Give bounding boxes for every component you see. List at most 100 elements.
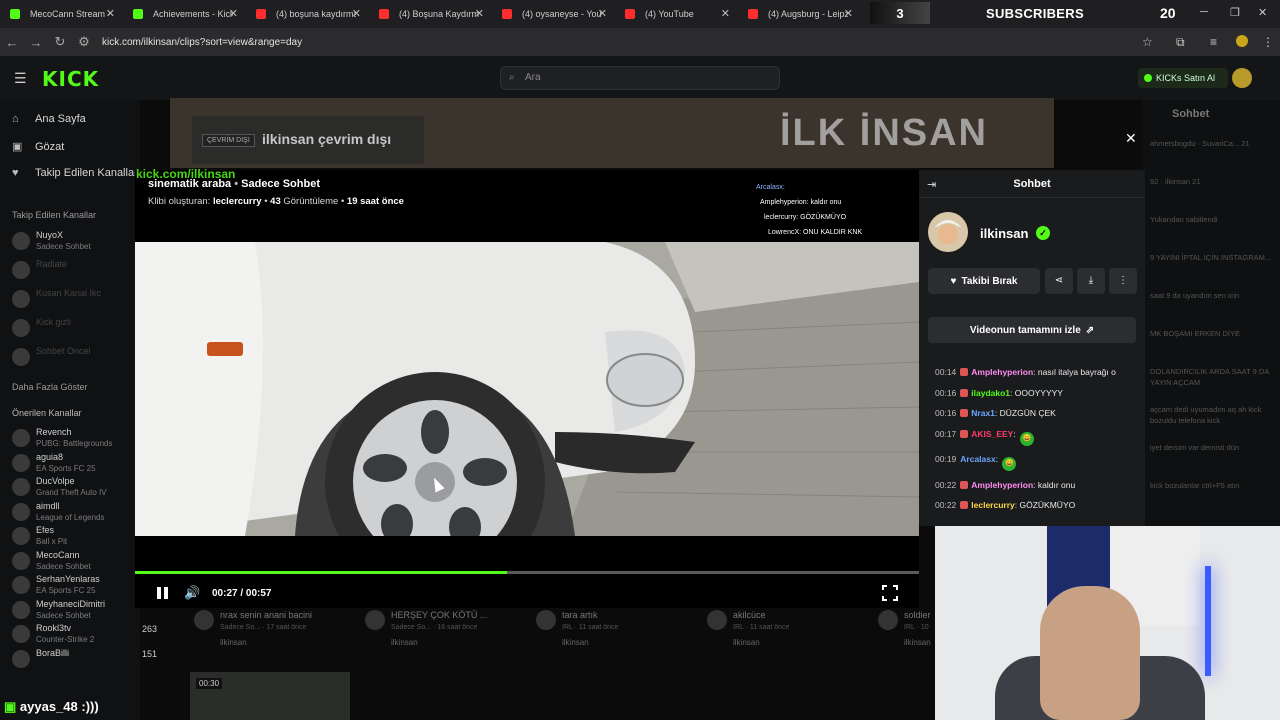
- clip-card-user: ilkinsan: [220, 638, 247, 647]
- clip-title-text: sinematik araba: [148, 178, 232, 190]
- browser-tab[interactable]: (4) Boşuna Kaydırma ✕: [369, 0, 492, 28]
- bg-chat-message: 92 · ilkinsan 21: [1150, 177, 1201, 186]
- recommended-channel[interactable]: MeyhaneciDimitriSadece Sohbet284: [12, 598, 157, 625]
- followed-channel[interactable]: Kick gizli: [12, 317, 140, 343]
- watch-full-video-button[interactable]: Videonun tamamını izle ⇗: [928, 317, 1136, 343]
- recommended-channel[interactable]: SerhanYenlaras EA Sports FC 25: [12, 574, 140, 600]
- overlay-chat-line: leclercurry: GÖZÜKMÜYO: [764, 214, 847, 221]
- browser-tab[interactable]: Achievements - Kick ✕: [123, 0, 246, 28]
- back-icon[interactable]: ←: [0, 35, 24, 50]
- chat-username[interactable]: Nrax1: [971, 408, 995, 418]
- minimize-icon[interactable]: ─: [1200, 6, 1208, 18]
- chat-username[interactable]: leclercurry: [971, 500, 1014, 510]
- volume-icon[interactable]: 🔊: [184, 585, 200, 601]
- led-light: [1205, 566, 1211, 676]
- followed-heading: Takip Edilen Kanallar: [12, 210, 97, 220]
- channel-name: aimdll: [36, 500, 60, 511]
- url-field[interactable]: kick.com/ilkinsan/clips?sort=view&range=…: [102, 37, 302, 48]
- clip-card[interactable]: akilcüce IRL · 11 saat önce ilkinsan: [703, 606, 863, 650]
- clip-card[interactable]: nrax senin anani bacini Sadece So... · 17…: [190, 606, 350, 650]
- buy-kicks-button[interactable]: KICKs Satın Al: [1138, 68, 1228, 88]
- recommended-channel[interactable]: BoraBilli 151: [12, 648, 157, 674]
- search-placeholder: Ara: [525, 72, 541, 83]
- user-badge-icon: [960, 480, 969, 489]
- tab-close-icon[interactable]: ✕: [598, 7, 607, 20]
- reload-icon[interactable]: ↻: [48, 34, 72, 50]
- tab-close-icon[interactable]: ✕: [106, 7, 115, 20]
- menu-icon[interactable]: ☰: [14, 70, 27, 87]
- recommended-channel[interactable]: Rookl3tv Counter-Strike 2 263: [12, 623, 157, 649]
- search-input[interactable]: ⌕ Ara: [500, 66, 780, 90]
- sidebar-nav-item[interactable]: ▣ Gözat: [12, 140, 64, 154]
- recommended-channel[interactable]: Efes Ball x Pit: [12, 525, 140, 551]
- channel-avatar: [12, 319, 30, 337]
- forward-icon[interactable]: →: [24, 35, 48, 50]
- followed-channel[interactable]: Radiate: [12, 259, 140, 285]
- browser-tab[interactable]: (4) YouTube ✕: [615, 0, 738, 28]
- recommended-channel[interactable]: Revench PUBG: Battlegrounds: [12, 427, 140, 453]
- extensions-icon[interactable]: ⧉: [1176, 35, 1185, 50]
- chat-username[interactable]: Arcalasx: [960, 454, 995, 464]
- tab-title: (4) Boşuna Kaydırma: [399, 9, 479, 19]
- browser-tab[interactable]: (4) boşuna kaydırma ✕: [246, 0, 369, 28]
- chat-username[interactable]: AKIS_EEY: [971, 429, 1013, 439]
- channel-name: aguia8: [36, 451, 64, 462]
- pause-button[interactable]: [155, 585, 171, 601]
- streamer-name[interactable]: ilkinsan: [980, 226, 1028, 241]
- channel-avatar: [12, 348, 30, 366]
- share-button[interactable]: ⋖: [1045, 268, 1073, 294]
- sidebar-nav-item[interactable]: ♥ Takip Edilen Kanallar: [12, 167, 138, 179]
- profile-avatar[interactable]: [1236, 35, 1248, 47]
- followed-channel[interactable]: NuyoX Sadece Sohbet: [12, 230, 140, 256]
- followed-channel[interactable]: Kusan Kanal Ikc: [12, 288, 140, 314]
- nav-label: Ana Sayfa: [35, 113, 86, 125]
- close-modal-icon[interactable]: ✕: [1125, 130, 1137, 147]
- tab-close-icon[interactable]: ✕: [229, 7, 238, 20]
- fullscreen-button[interactable]: [881, 584, 899, 602]
- chat-username[interactable]: Amplehyperion: [971, 480, 1033, 490]
- user-avatar[interactable]: [1232, 68, 1252, 88]
- followed-channel[interactable]: Sohbet Oncel: [12, 346, 140, 372]
- channel-name: MeyhaneciDimitri: [36, 598, 106, 609]
- clip-thumbnail[interactable]: 00:30: [190, 672, 350, 720]
- more-options-button[interactable]: ⋮: [1109, 268, 1137, 294]
- channel-name: Efes: [36, 525, 55, 535]
- bookmark-star-icon[interactable]: ☆: [1142, 35, 1153, 49]
- video-frame[interactable]: [135, 242, 919, 536]
- browser-tab[interactable]: MecoCann Stream - Y ✕: [0, 0, 123, 28]
- recommended-channel[interactable]: aimdll League of Legends: [12, 501, 140, 527]
- unfollow-button[interactable]: ♥ Takibi Bırak: [928, 268, 1040, 294]
- media-icon[interactable]: ≡: [1210, 35, 1217, 49]
- show-more-link[interactable]: Daha Fazla Göster: [12, 382, 88, 392]
- channel-avatar: [12, 649, 30, 668]
- streamer-avatar[interactable]: [928, 212, 968, 252]
- browser-tab[interactable]: (4) Augsburg - Leipz ✕: [738, 0, 861, 28]
- recommended-channel[interactable]: aguia8 EA Sports FC 25: [12, 452, 140, 478]
- browser-tab[interactable]: (4) oysaneyse - YouT ✕: [492, 0, 615, 28]
- clip-card[interactable]: HERŞEY ÇOK KÖTÜ ... Sadece So... · 16 saa…: [361, 606, 521, 650]
- sidebar-nav-item[interactable]: ⌂ Ana Sayfa: [12, 113, 86, 125]
- close-window-icon[interactable]: ✕: [1258, 6, 1267, 19]
- chat-alert: ▣ ayyas_48 :))): [4, 699, 99, 715]
- tab-close-icon[interactable]: ✕: [475, 7, 484, 20]
- verified-icon: ✓: [1036, 226, 1050, 240]
- clip-creator[interactable]: leclercurry: [213, 196, 262, 207]
- alert-icon: ▣: [4, 699, 17, 714]
- tab-close-icon[interactable]: ✕: [844, 7, 853, 20]
- site-info-icon[interactable]: ⚙: [72, 34, 96, 50]
- chat-username[interactable]: ilaydako1: [971, 388, 1010, 398]
- chat-username[interactable]: Amplehyperion: [971, 367, 1033, 377]
- kick-logo[interactable]: KICK: [42, 67, 99, 91]
- tab-close-icon[interactable]: ✕: [721, 7, 730, 20]
- chat-separator: :: [1013, 428, 1019, 439]
- progress-bar[interactable]: [135, 571, 919, 574]
- tab-title: (4) YouTube: [645, 9, 694, 19]
- tab-close-icon[interactable]: ✕: [352, 7, 361, 20]
- offline-badge: ÇEVRİM DIŞI: [202, 134, 255, 147]
- maximize-icon[interactable]: ❐: [1230, 6, 1240, 19]
- recommended-channel[interactable]: MecoCann Sadece Sohbet: [12, 550, 140, 576]
- recommended-channel[interactable]: DucVolpe Grand Theft Auto IV: [12, 476, 140, 502]
- clip-card[interactable]: tara artık IRL · 11 saat önce ilkinsan: [532, 606, 692, 650]
- browser-menu-icon[interactable]: ⋮: [1262, 35, 1274, 49]
- download-button[interactable]: ⤓: [1077, 268, 1105, 294]
